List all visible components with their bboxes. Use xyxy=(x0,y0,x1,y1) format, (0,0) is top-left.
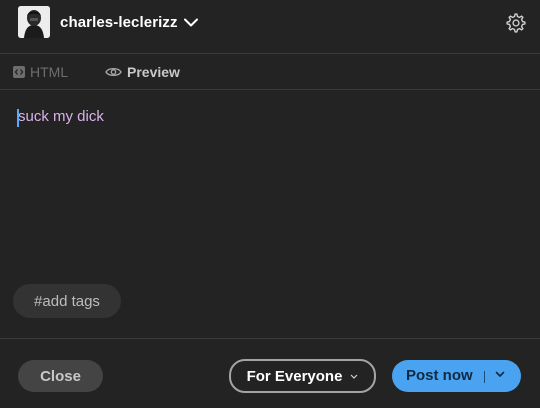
eye-icon xyxy=(105,66,122,78)
avatar[interactable] xyxy=(18,6,50,38)
chevron-down-icon xyxy=(350,374,358,379)
text-cursor xyxy=(17,109,19,127)
button-separator xyxy=(484,371,485,383)
blog-switcher[interactable]: charles-leclerizz xyxy=(60,11,198,33)
avatar-image xyxy=(18,6,50,38)
tab-html-label: HTML xyxy=(30,64,69,80)
post-editor[interactable]: suck my dick xyxy=(0,90,540,270)
close-button-label: Close xyxy=(40,367,81,385)
post-header: charles-leclerizz xyxy=(0,0,540,44)
audience-label: For Everyone xyxy=(246,367,343,385)
html-code-icon xyxy=(13,66,25,78)
post-body-text[interactable]: suck my dick xyxy=(18,108,104,125)
post-now-label: Post now xyxy=(406,367,473,384)
tab-preview-label: Preview xyxy=(127,64,180,80)
post-footer: Close For Everyone Post now xyxy=(0,339,540,408)
editor-tabs: HTML Preview xyxy=(0,54,540,89)
post-now-button[interactable]: Post now xyxy=(392,360,521,392)
close-button[interactable]: Close xyxy=(18,360,103,392)
tags-input[interactable]: #add tags xyxy=(13,284,121,318)
tab-preview[interactable]: Preview xyxy=(105,62,180,82)
gear-icon[interactable] xyxy=(505,12,527,34)
audience-dropdown[interactable]: For Everyone xyxy=(229,359,376,393)
chevron-down-icon xyxy=(183,18,198,27)
post-options-chevron-icon[interactable] xyxy=(495,371,505,378)
tab-html[interactable]: HTML xyxy=(13,62,68,82)
blog-name: charles-leclerizz xyxy=(60,13,178,31)
tags-placeholder: #add tags xyxy=(34,292,100,310)
